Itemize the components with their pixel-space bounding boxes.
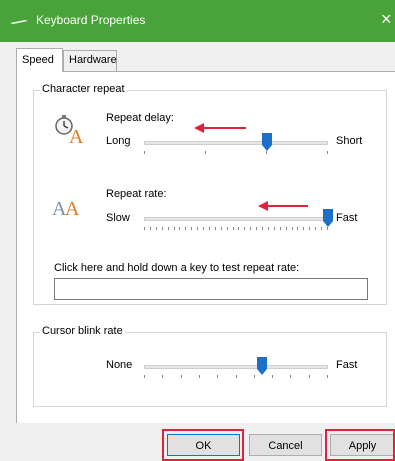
repeat-delay-track	[144, 141, 328, 145]
slider-tick	[162, 227, 163, 230]
tab-speed[interactable]: Speed	[16, 48, 63, 72]
repeat-rate-ticks	[144, 227, 328, 232]
slider-tick	[236, 375, 237, 378]
stopwatch-letter-a-icon: A	[55, 115, 84, 145]
cursor-blink-legend: Cursor blink rate	[40, 325, 125, 337]
keyboard-icon	[10, 20, 28, 24]
slider-tick	[174, 227, 175, 230]
slider-tick	[217, 375, 218, 378]
cursor-blink-slider[interactable]	[144, 353, 328, 385]
repeat-rate-label: Repeat rate:	[106, 188, 167, 200]
window-title: Keyboard Properties	[36, 13, 146, 27]
slider-tick	[156, 227, 157, 230]
cursor-blink-ticks	[144, 375, 328, 380]
slider-tick	[292, 227, 293, 230]
slider-tick	[327, 227, 328, 230]
cursor-blink-track	[144, 365, 328, 369]
repeat-rate-fast-label: Fast	[336, 212, 358, 224]
close-icon[interactable]: ×	[381, 8, 392, 30]
tab-hardware[interactable]: Hardware	[63, 50, 117, 71]
repeat-delay-short-label: Short	[336, 135, 363, 147]
slider-tick	[327, 375, 328, 378]
repeat-rate-track	[144, 217, 328, 221]
slider-tick	[197, 227, 198, 230]
slider-tick	[297, 227, 298, 230]
slider-tick	[233, 227, 234, 230]
double-letter-a-icon: A A	[52, 198, 80, 219]
cursor-blink-group: Cursor blink rate None Fast	[33, 325, 387, 407]
annotation-arrow-icon	[258, 201, 308, 211]
slider-tick	[268, 227, 269, 230]
cancel-button[interactable]: Cancel	[249, 434, 322, 456]
speed-tab-panel: Character repeat A Repeat delay: Long Sh…	[16, 71, 395, 423]
cursor-blink-none-label: None	[106, 359, 133, 371]
tab-strip: Speed Hardware	[0, 42, 395, 72]
slider-tick	[321, 227, 322, 230]
repeat-rate-thumb[interactable]	[323, 209, 333, 227]
slider-tick	[162, 375, 163, 378]
slider-tick	[238, 227, 239, 230]
cursor-blink-thumb[interactable]	[257, 357, 267, 375]
slider-tick	[303, 227, 304, 230]
ok-button[interactable]: OK	[167, 434, 240, 456]
slider-tick	[144, 375, 145, 378]
slider-tick	[227, 227, 228, 230]
test-repeat-prompt: Click here and hold down a key to test r…	[54, 262, 300, 274]
slider-tick	[144, 227, 145, 230]
slider-tick	[221, 227, 222, 230]
slider-tick	[181, 375, 182, 378]
test-repeat-input[interactable]	[54, 278, 368, 300]
cursor-blink-fast-label: Fast	[336, 359, 358, 371]
slider-tick	[274, 227, 275, 230]
slider-tick	[215, 227, 216, 230]
slider-tick	[280, 227, 281, 230]
slider-tick	[309, 227, 310, 230]
slider-tick	[262, 227, 263, 230]
repeat-delay-long-label: Long	[106, 135, 131, 147]
slider-tick	[203, 227, 204, 230]
repeat-rate-slow-label: Slow	[106, 212, 130, 224]
slider-tick	[244, 227, 245, 230]
slider-tick	[272, 375, 273, 378]
annotation-arrow-icon	[194, 123, 246, 133]
svg-text:A: A	[65, 198, 80, 219]
slider-tick	[185, 227, 186, 230]
repeat-delay-label: Repeat delay:	[106, 112, 174, 124]
slider-tick	[199, 375, 200, 378]
slider-tick	[290, 375, 291, 378]
slider-tick	[309, 375, 310, 378]
apply-button[interactable]: Apply	[330, 434, 395, 456]
title-bar: Keyboard Properties ×	[0, 0, 395, 42]
slider-tick	[191, 227, 192, 230]
slider-tick	[286, 227, 287, 230]
slider-tick	[209, 227, 210, 230]
repeat-delay-ticks	[144, 151, 328, 156]
slider-tick	[250, 227, 251, 230]
slider-tick	[315, 227, 316, 230]
slider-tick	[150, 227, 151, 230]
slider-tick	[256, 227, 257, 230]
slider-tick	[179, 227, 180, 230]
slider-tick	[254, 375, 255, 378]
character-repeat-legend: Character repeat	[40, 83, 127, 95]
slider-tick	[168, 227, 169, 230]
character-repeat-group: Character repeat A Repeat delay: Long Sh…	[33, 83, 387, 305]
svg-text:A: A	[69, 126, 84, 145]
repeat-delay-thumb[interactable]	[262, 133, 272, 151]
